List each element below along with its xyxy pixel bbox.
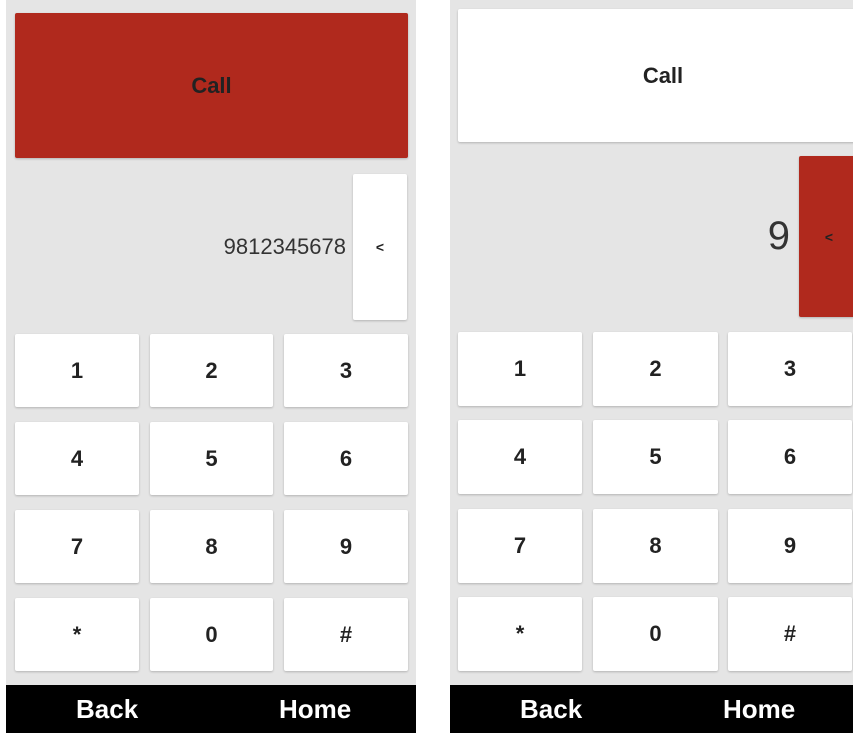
navigation-bar: Back Home (6, 685, 416, 733)
key-3[interactable]: 3 (728, 332, 852, 406)
back-label: Back (76, 693, 139, 724)
call-button[interactable]: Call (458, 9, 853, 142)
key-label: 7 (70, 533, 84, 559)
key-label: 3 (783, 356, 797, 381)
key-5[interactable]: 5 (150, 422, 273, 495)
home-label: Home (279, 693, 352, 724)
key-label: 2 (205, 357, 218, 383)
key-0[interactable]: 0 (593, 597, 718, 671)
key-9[interactable]: 9 (284, 510, 408, 583)
number-display: 9812345678 (15, 174, 346, 320)
key-2[interactable]: 2 (593, 332, 718, 406)
call-label: Call (191, 72, 232, 98)
dialer-screen-2: Call 9 < 1 2 3 4 5 6 7 8 9 * 0 # Back Ho… (450, 0, 853, 733)
dialed-number: 9812345678 (223, 234, 346, 259)
key-label: 4 (70, 445, 84, 471)
key-8[interactable]: 8 (593, 509, 718, 583)
key-label: 9 (339, 533, 353, 559)
key-label: 1 (513, 356, 527, 381)
key-label: 5 (205, 445, 218, 471)
key-label: 8 (205, 533, 218, 559)
key-star[interactable]: * (15, 598, 139, 671)
key-6[interactable]: 6 (284, 422, 408, 495)
key-8[interactable]: 8 (150, 510, 273, 583)
back-label: Back (520, 693, 583, 724)
backspace-label: < (824, 228, 834, 245)
dialed-number: 9 (767, 214, 790, 258)
navigation-bar: Back Home (450, 685, 853, 733)
key-label: 1 (70, 357, 84, 383)
key-5[interactable]: 5 (593, 420, 718, 494)
backspace-button[interactable]: < (799, 156, 853, 317)
key-label: 6 (339, 445, 353, 471)
key-label: 6 (783, 444, 797, 469)
key-label: # (339, 621, 353, 647)
key-7[interactable]: 7 (458, 509, 582, 583)
home-label: Home (723, 693, 796, 724)
back-nav-button[interactable]: Back (520, 685, 582, 733)
key-label: * (515, 621, 525, 646)
key-label: 8 (649, 533, 662, 558)
key-label: 7 (513, 533, 527, 558)
key-9[interactable]: 9 (728, 509, 852, 583)
key-label: 2 (649, 356, 662, 381)
key-1[interactable]: 1 (15, 334, 139, 407)
key-3[interactable]: 3 (284, 334, 408, 407)
call-label: Call (642, 62, 684, 88)
home-nav-button[interactable]: Home (279, 685, 351, 733)
home-nav-button[interactable]: Home (723, 685, 795, 733)
key-label: 3 (339, 357, 353, 383)
dialer-screen-1: Call 9812345678 < 1 2 3 4 5 6 7 8 9 * 0 … (6, 0, 416, 733)
key-label: # (783, 621, 797, 646)
key-7[interactable]: 7 (15, 510, 139, 583)
call-button[interactable]: Call (15, 13, 408, 158)
key-label: 5 (649, 444, 662, 469)
key-6[interactable]: 6 (728, 420, 852, 494)
key-2[interactable]: 2 (150, 334, 273, 407)
key-label: 4 (513, 444, 527, 469)
key-label: * (72, 621, 82, 647)
key-4[interactable]: 4 (15, 422, 139, 495)
key-star[interactable]: * (458, 597, 582, 671)
key-hash[interactable]: # (284, 598, 408, 671)
key-label: 9 (783, 533, 797, 558)
number-display: 9 (458, 156, 790, 317)
key-hash[interactable]: # (728, 597, 852, 671)
back-nav-button[interactable]: Back (76, 685, 138, 733)
backspace-button[interactable]: < (353, 174, 407, 320)
key-0[interactable]: 0 (150, 598, 273, 671)
key-4[interactable]: 4 (458, 420, 582, 494)
key-label: 0 (205, 621, 218, 647)
backspace-label: < (375, 239, 385, 255)
key-label: 0 (649, 621, 662, 646)
key-1[interactable]: 1 (458, 332, 582, 406)
